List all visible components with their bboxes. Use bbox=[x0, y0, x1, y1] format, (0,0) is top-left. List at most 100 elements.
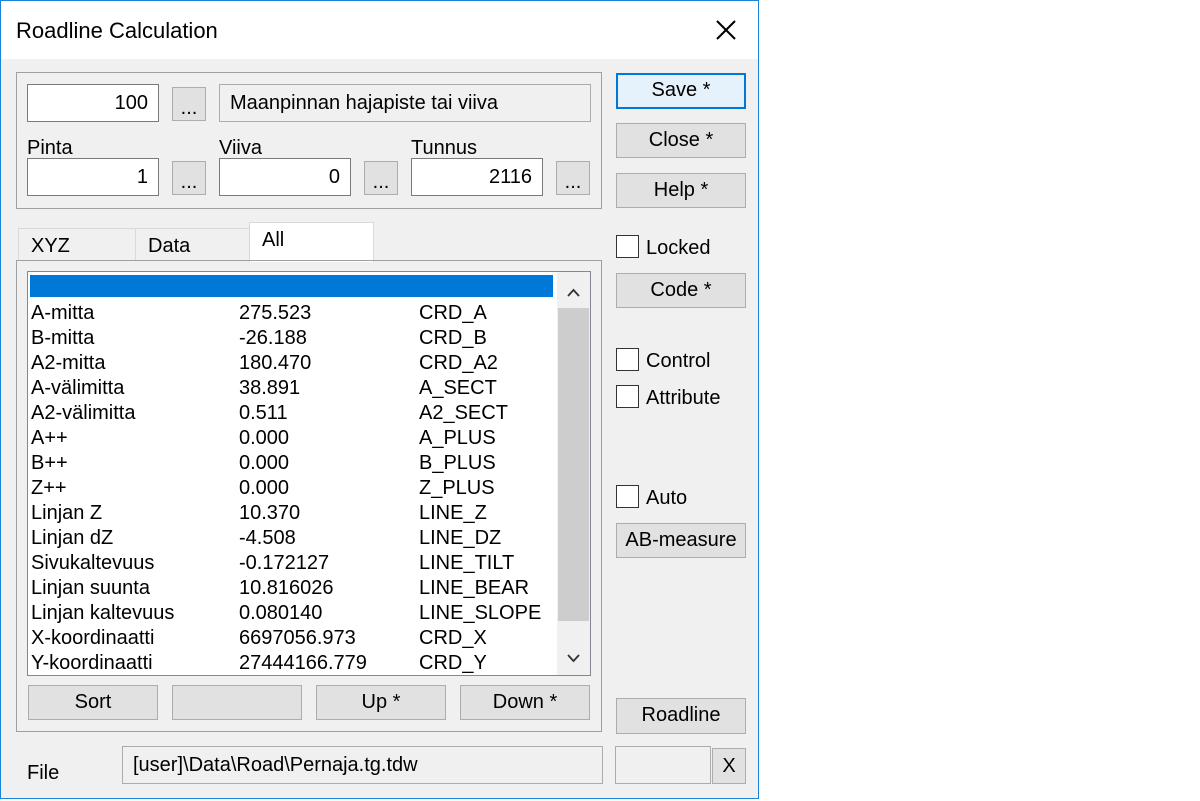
row-name: A2-mitta bbox=[31, 352, 106, 374]
row-name: Y-koordinaatti bbox=[31, 652, 153, 674]
viiva-label: Viiva bbox=[219, 137, 262, 159]
row-code: CRD_Y bbox=[419, 652, 487, 674]
list-scrollbar[interactable] bbox=[557, 272, 590, 675]
list-row[interactable]: Y-koordinaatti 27444166.779 CRD_Y bbox=[28, 651, 558, 675]
list-row[interactable]: Linjan dZ -4.508 LINE_DZ bbox=[28, 526, 558, 551]
auto-label: Auto bbox=[646, 487, 688, 509]
list-row[interactable]: A++ 0.000 A_PLUS bbox=[28, 426, 558, 451]
code-browse-button[interactable]: ... bbox=[172, 87, 206, 121]
row-code: LINE_DZ bbox=[419, 527, 502, 549]
title-bar: Roadline Calculation bbox=[1, 1, 758, 59]
row-value: -4.508 bbox=[239, 527, 296, 549]
list-row[interactable]: Linjan Z 10.370 LINE_Z bbox=[28, 501, 558, 526]
row-name: Sivukaltevuus bbox=[31, 552, 155, 574]
row-value: 6697056.973 bbox=[239, 627, 356, 649]
code-description-field: Maanpinnan hajapiste tai viiva bbox=[219, 84, 591, 122]
row-code: Z_PLUS bbox=[419, 477, 495, 499]
row-value: 27444166.779 bbox=[239, 652, 367, 674]
row-code: A_SECT bbox=[419, 377, 497, 399]
tunnus-label: Tunnus bbox=[411, 137, 477, 159]
row-name: A++ bbox=[31, 427, 68, 449]
up-button[interactable]: Up * bbox=[316, 685, 446, 720]
row-code: CRD_B bbox=[419, 327, 487, 349]
code-button[interactable]: Code * bbox=[616, 273, 746, 308]
list-row[interactable]: A-mitta 275.523 CRD_A bbox=[28, 301, 558, 326]
row-code: A_PLUS bbox=[419, 427, 496, 449]
row-value: 0.000 bbox=[239, 427, 290, 449]
row-value: 0.000 bbox=[239, 477, 290, 499]
tunnus-browse-button[interactable]: ... bbox=[556, 161, 590, 195]
field-list[interactable]: A-mitta 275.523 CRD_A B-mitta -26.188 CRD_B A2… bbox=[27, 271, 591, 676]
list-row[interactable]: X-koordinaatti 6697056.973 CRD_X bbox=[28, 626, 558, 651]
row-code: CRD_A2 bbox=[419, 352, 498, 374]
viiva-browse-button[interactable]: ... bbox=[364, 161, 398, 195]
list-row[interactable]: B-mitta -26.188 CRD_B bbox=[28, 326, 558, 351]
row-value: -26.188 bbox=[239, 327, 307, 349]
row-value: 10.370 bbox=[239, 502, 301, 524]
selected-row[interactable] bbox=[30, 275, 553, 297]
tab-all[interactable]: All bbox=[249, 222, 374, 262]
row-code: LINE_Z bbox=[419, 502, 487, 524]
list-row[interactable]: Linjan suunta 10.816026 LINE_BEAR bbox=[28, 576, 558, 601]
list-row[interactable]: Z++ 0.000 Z_PLUS bbox=[28, 476, 558, 501]
ab-measure-button[interactable]: AB-measure bbox=[616, 523, 746, 558]
row-name: B++ bbox=[31, 452, 68, 474]
tab-xyz[interactable]: XYZ bbox=[18, 228, 136, 261]
down-button[interactable]: Down * bbox=[460, 685, 590, 720]
row-name: A2-välimitta bbox=[31, 402, 136, 424]
code-value-field[interactable]: 100 bbox=[27, 84, 159, 122]
auto-checkbox[interactable] bbox=[616, 485, 639, 508]
control-label: Control bbox=[646, 350, 711, 372]
locked-label: Locked bbox=[646, 237, 711, 259]
row-code: B_PLUS bbox=[419, 452, 496, 474]
tunnus-field[interactable]: 2116 bbox=[411, 158, 543, 196]
window-title: Roadline Calculation bbox=[16, 18, 218, 43]
row-name: Linjan Z bbox=[31, 502, 103, 524]
pinta-browse-button[interactable]: ... bbox=[172, 161, 206, 195]
clear-file-button[interactable]: X bbox=[712, 748, 746, 784]
row-value: 10.816026 bbox=[239, 577, 334, 599]
row-name: A-välimitta bbox=[31, 377, 125, 399]
row-value: 0.000 bbox=[239, 452, 290, 474]
roadline-calculation-dialog: Roadline Calculation 100 ... Maanpinnan … bbox=[0, 0, 759, 799]
locked-checkbox[interactable] bbox=[616, 235, 639, 258]
blank-button[interactable] bbox=[172, 685, 302, 720]
list-row[interactable]: A2-mitta 180.470 CRD_A2 bbox=[28, 351, 558, 376]
list-row[interactable]: B++ 0.000 B_PLUS bbox=[28, 451, 558, 476]
close-window-icon[interactable] bbox=[701, 11, 749, 51]
pinta-label: Pinta bbox=[27, 137, 73, 159]
file-path-field: [user]\Data\Road\Pernaja.tg.tdw bbox=[122, 746, 603, 784]
control-checkbox[interactable] bbox=[616, 348, 639, 371]
row-code: LINE_TILT bbox=[419, 552, 515, 574]
scroll-up-icon[interactable] bbox=[557, 280, 590, 304]
pinta-field[interactable]: 1 bbox=[27, 158, 159, 196]
tab-data[interactable]: Data bbox=[135, 228, 250, 261]
row-code: A2_SECT bbox=[419, 402, 508, 424]
sort-button[interactable]: Sort bbox=[28, 685, 158, 720]
attribute-checkbox[interactable] bbox=[616, 385, 639, 408]
row-name: Z++ bbox=[31, 477, 67, 499]
close-button[interactable]: Close * bbox=[616, 123, 746, 158]
save-button[interactable]: Save * bbox=[616, 73, 746, 109]
row-name: Linjan dZ bbox=[31, 527, 114, 549]
list-row[interactable]: Sivukaltevuus -0.172127 LINE_TILT bbox=[28, 551, 558, 576]
row-code: LINE_SLOPE bbox=[419, 602, 542, 624]
row-value: 0.080140 bbox=[239, 602, 323, 624]
file-extra-field bbox=[615, 746, 711, 784]
row-name: Linjan kaltevuus bbox=[31, 602, 175, 624]
roadline-button[interactable]: Roadline bbox=[616, 698, 746, 734]
scroll-down-icon[interactable] bbox=[557, 646, 590, 670]
row-name: X-koordinaatti bbox=[31, 627, 155, 649]
help-button[interactable]: Help * bbox=[616, 173, 746, 208]
scroll-thumb[interactable] bbox=[558, 308, 589, 621]
list-row[interactable]: Linjan kaltevuus 0.080140 LINE_SLOPE bbox=[28, 601, 558, 626]
row-code: LINE_BEAR bbox=[419, 577, 530, 599]
row-name: A-mitta bbox=[31, 302, 95, 324]
row-name: Linjan suunta bbox=[31, 577, 150, 599]
row-value: 275.523 bbox=[239, 302, 312, 324]
list-row[interactable]: A-välimitta 38.891 A_SECT bbox=[28, 376, 558, 401]
viiva-field[interactable]: 0 bbox=[219, 158, 351, 196]
row-code: CRD_A bbox=[419, 302, 487, 324]
list-row[interactable]: A2-välimitta 0.511 A2_SECT bbox=[28, 401, 558, 426]
row-value: -0.172127 bbox=[239, 552, 330, 574]
